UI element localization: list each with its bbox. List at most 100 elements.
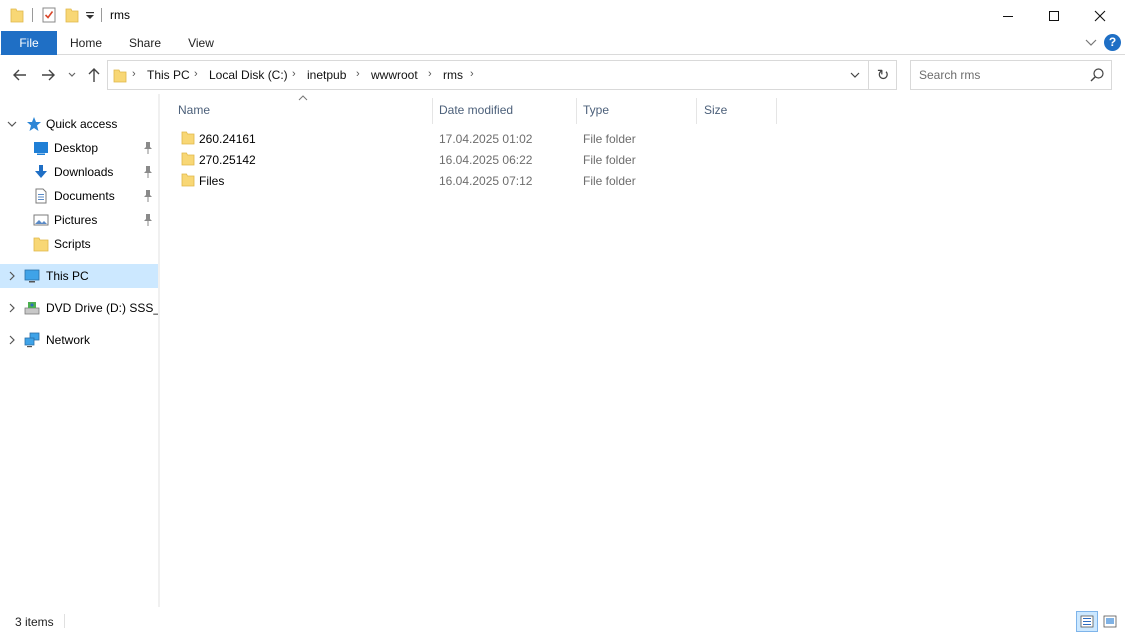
sidebar-item-network[interactable]: Network xyxy=(0,328,158,352)
file-name: 270.25142 xyxy=(199,153,256,167)
properties-icon[interactable] xyxy=(42,7,56,23)
folder-icon xyxy=(181,131,195,145)
close-button[interactable] xyxy=(1077,0,1123,31)
search-input[interactable]: Search rms xyxy=(910,60,1112,90)
file-date-modified: 16.04.2025 07:12 xyxy=(439,174,533,188)
breadcrumb-wwwroot[interactable]: wwwroot xyxy=(371,68,418,82)
column-label: Date modified xyxy=(439,103,514,117)
column-label: Type xyxy=(583,103,610,117)
sidebar-item-scripts[interactable]: Scripts xyxy=(0,232,158,256)
documents-icon xyxy=(35,188,47,204)
tab-file[interactable]: File xyxy=(1,31,57,55)
large-icons-view-button[interactable] xyxy=(1100,611,1120,632)
pin-icon xyxy=(144,190,152,202)
chevron-right-icon[interactable]: › xyxy=(428,68,432,80)
network-icon xyxy=(24,332,40,348)
up-button[interactable] xyxy=(84,66,104,84)
maximize-icon xyxy=(1049,10,1059,21)
back-button[interactable] xyxy=(10,66,30,84)
expand-ribbon-icon[interactable] xyxy=(1084,37,1098,49)
recent-locations-button[interactable] xyxy=(65,66,79,84)
column-header-size[interactable]: Size xyxy=(697,94,776,126)
item-count: 3 items xyxy=(15,615,54,629)
sidebar-item-label: DVD Drive (D:) SSS_X6 xyxy=(46,301,158,315)
status-divider xyxy=(64,614,65,628)
folder-icon xyxy=(33,237,49,252)
file-date-modified: 17.04.2025 01:02 xyxy=(439,132,533,146)
pin-icon xyxy=(144,142,152,154)
chevron-right-icon[interactable]: › xyxy=(292,68,296,80)
minimize-icon xyxy=(1003,15,1013,17)
search-placeholder: Search rms xyxy=(919,68,981,82)
star-icon xyxy=(27,117,41,131)
breadcrumb-local-disk[interactable]: Local Disk (C:) xyxy=(209,68,288,82)
folder-icon xyxy=(181,173,195,187)
sidebar-item-label: Network xyxy=(46,333,91,347)
new-folder-icon[interactable] xyxy=(65,7,79,23)
address-divider xyxy=(868,61,869,89)
sidebar-item-documents[interactable]: Documents xyxy=(0,184,158,208)
sidebar-item-quick-access[interactable]: Quick access xyxy=(0,112,158,136)
file-row[interactable]: Files 16.04.2025 07:12 File folder xyxy=(160,170,780,191)
sidebar-item-label: Downloads xyxy=(54,165,114,179)
breadcrumb-rms[interactable]: rms xyxy=(443,68,463,82)
help-icon[interactable]: ? xyxy=(1104,34,1121,51)
desktop-icon xyxy=(34,142,48,155)
refresh-button[interactable]: ↻ xyxy=(870,61,896,89)
breadcrumb-this-pc[interactable]: This PC xyxy=(147,68,190,82)
breadcrumb-inetpub[interactable]: inetpub xyxy=(307,68,346,82)
status-bar: 3 items xyxy=(0,608,1125,634)
forward-button[interactable] xyxy=(38,66,58,84)
file-list: Name Date modified Type Size 260.24161 1… xyxy=(160,94,1125,607)
search-icon[interactable] xyxy=(1089,67,1105,83)
toolbar-separator xyxy=(101,8,102,22)
chevron-right-icon[interactable]: › xyxy=(194,68,198,80)
tab-share[interactable]: Share xyxy=(122,31,168,55)
minimize-button[interactable] xyxy=(985,0,1031,31)
column-divider[interactable] xyxy=(776,98,777,124)
sidebar-item-desktop[interactable]: Desktop xyxy=(0,136,158,160)
details-view-button[interactable] xyxy=(1076,611,1098,632)
column-header-date-modified[interactable]: Date modified xyxy=(433,94,576,126)
chevron-right-icon[interactable] xyxy=(6,302,18,314)
customize-toolbar-icon[interactable] xyxy=(84,8,96,22)
file-name: Files xyxy=(199,174,225,188)
file-type: File folder xyxy=(583,153,636,167)
ribbon-tabs: File Home Share View ? xyxy=(0,31,1125,55)
file-type: File folder xyxy=(583,174,636,188)
sidebar-item-downloads[interactable]: Downloads xyxy=(0,160,158,184)
sidebar-item-pictures[interactable]: Pictures xyxy=(0,208,158,232)
title-bar: rms xyxy=(0,0,1125,31)
pin-icon xyxy=(144,166,152,178)
chevron-right-icon[interactable] xyxy=(6,270,18,282)
arrow-left-icon xyxy=(13,69,26,81)
toolbar-separator xyxy=(32,8,33,22)
close-icon xyxy=(1094,10,1106,21)
column-header-name[interactable]: Name xyxy=(172,94,432,126)
sidebar-item-this-pc[interactable]: This PC xyxy=(0,264,158,288)
file-row[interactable]: 270.25142 16.04.2025 06:22 File folder xyxy=(160,149,780,170)
sidebar-item-label: Desktop xyxy=(54,141,99,155)
tab-view[interactable]: View xyxy=(180,31,222,55)
refresh-icon: ↻ xyxy=(876,67,890,84)
window-title: rms xyxy=(110,8,130,22)
sidebar-item-dvd-drive[interactable]: DVD Drive (D:) SSS_X6 xyxy=(0,296,158,320)
navigation-pane: Quick access Desktop Downloads Documents… xyxy=(0,94,158,607)
address-bar[interactable]: › This PC › Local Disk (C:) › inetpub › … xyxy=(107,60,897,90)
chevron-right-icon[interactable]: › xyxy=(132,68,136,80)
tab-home[interactable]: Home xyxy=(62,31,110,55)
column-header-type[interactable]: Type xyxy=(577,94,696,126)
arrow-up-icon xyxy=(88,68,100,82)
maximize-button[interactable] xyxy=(1031,0,1077,31)
dvd-drive-icon xyxy=(24,302,40,315)
details-view-icon xyxy=(1080,615,1094,628)
chevron-down-icon[interactable] xyxy=(6,118,18,130)
column-label: Name xyxy=(178,103,211,117)
chevron-right-icon[interactable]: › xyxy=(470,68,474,80)
chevron-right-icon[interactable]: › xyxy=(356,68,360,80)
file-row[interactable]: 260.24161 17.04.2025 01:02 File folder xyxy=(160,128,780,149)
navigation-bar: › This PC › Local Disk (C:) › inetpub › … xyxy=(0,56,1125,94)
chevron-right-icon[interactable] xyxy=(6,334,18,346)
sidebar-item-label: This PC xyxy=(46,269,89,283)
address-history-button[interactable] xyxy=(844,61,866,89)
